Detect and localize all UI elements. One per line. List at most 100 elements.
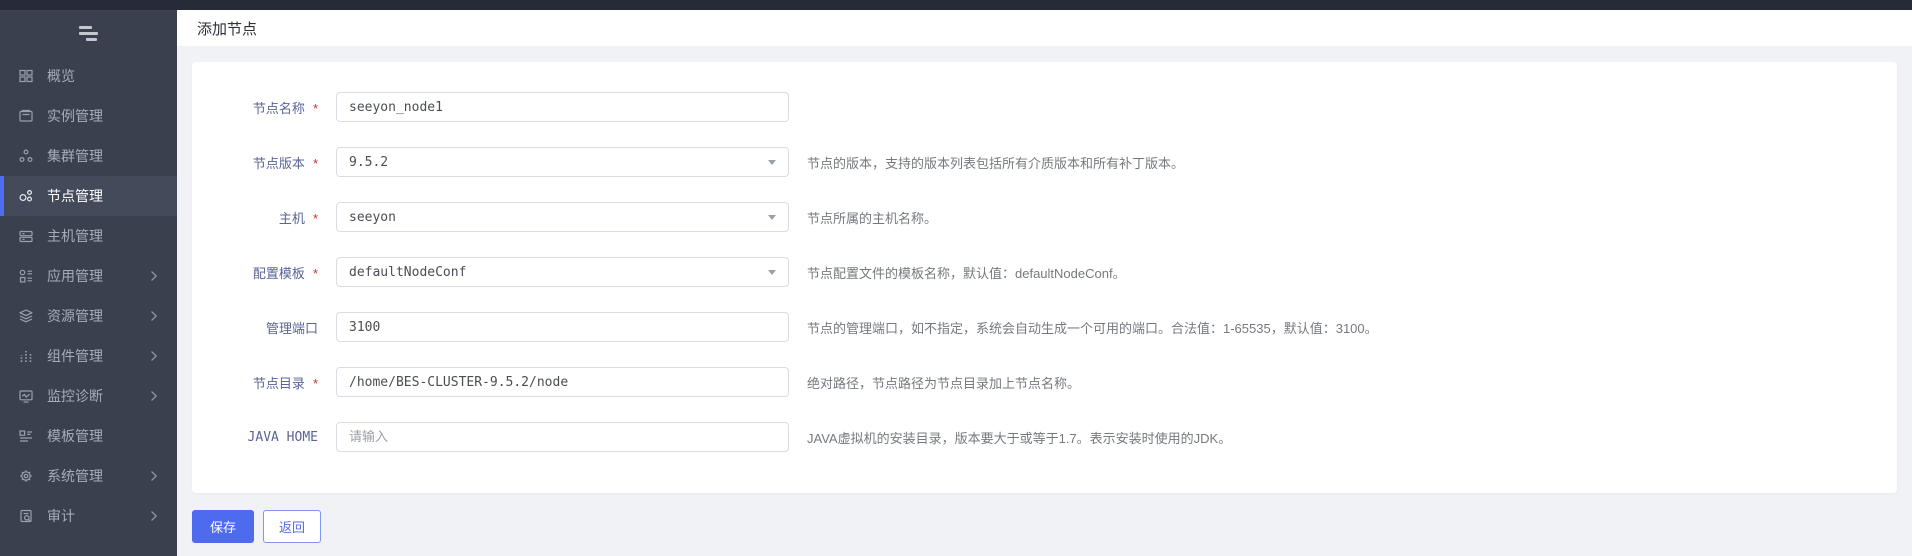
page-header: 添加节点 [177,10,1912,46]
field-control-node-dir [336,367,789,397]
sidebar-item-overview[interactable]: 概览 [0,56,177,96]
sidebar-item-label: 节点管理 [47,188,103,204]
form-row-node-version: 节点版本 * 9.5.2 节点的版本，支持的版本列表包括所有介质版本和所有补丁版本。 [192,147,1897,177]
component-icon [18,348,34,364]
sidebar-item-nodes[interactable]: 节点管理 [0,176,177,216]
hamburger-icon [86,37,97,41]
instance-icon [18,108,34,124]
field-label-config-template: 配置模板 * [192,263,318,282]
field-label-text: JAVA HOME [247,429,318,445]
required-asterisk: * [312,265,318,281]
sidebar-item-templates[interactable]: 模板管理 [0,416,177,456]
field-label-node-version: 节点版本 * [192,153,318,172]
select-value: 9.5.2 [349,154,389,170]
chevron-right-icon [150,510,158,522]
sidebar-item-label: 资源管理 [47,308,103,324]
sidebar-menu: 概览实例管理集群管理节点管理主机管理应用管理资源管理组件管理监控诊断模板管理系统… [0,56,177,536]
sidebar-item-clusters[interactable]: 集群管理 [0,136,177,176]
node-version-select[interactable]: 9.5.2 [336,147,789,177]
main-content: 节点名称 * 节点版本 * 9.5.2 节点的版本，支持的版本列表包括所有介质版本和所有补… [177,46,1912,556]
field-label-text: 节点名称 [252,100,305,116]
field-help-text: 节点配置文件的模板名称，默认值：defaultNodeConf。 [807,265,1126,281]
sidebar-item-hosts[interactable]: 主机管理 [0,216,177,256]
form-row-node-name: 节点名称 * [192,92,1897,122]
java-home-input[interactable] [336,422,789,452]
system-icon [18,468,34,484]
select-value: defaultNodeConf [349,264,467,280]
required-asterisk: * [312,100,318,116]
host-select[interactable]: seeyon [336,202,789,232]
field-control-java-home [336,422,789,452]
hamburger-icon [79,31,98,35]
audit-icon [18,508,34,524]
select-value: seeyon [349,209,396,225]
sidebar-item-label: 模板管理 [47,428,103,444]
field-help-text: 节点的版本，支持的版本列表包括所有介质版本和所有补丁版本。 [807,155,1185,171]
field-label-text: 配置模板 [252,265,305,281]
page-title: 添加节点 [197,20,258,38]
required-asterisk: * [312,155,318,171]
node-icon [18,188,34,204]
sidebar-item-components[interactable]: 组件管理 [0,336,177,376]
node-name-input[interactable] [336,92,789,122]
form-row-admin-port: 管理端口 节点的管理端口，如不指定，系统会自动生成一个可用的端口。合法值：1-65… [192,312,1897,342]
back-button[interactable]: 返回 [263,510,322,543]
chevron-right-icon [150,390,158,402]
field-label-host: 主机 * [192,208,318,227]
sidebar-item-system[interactable]: 系统管理 [0,456,177,496]
sidebar-item-label: 集群管理 [47,148,103,164]
monitor-icon [18,388,34,404]
sidebar: 概览实例管理集群管理节点管理主机管理应用管理资源管理组件管理监控诊断模板管理系统… [0,10,177,556]
overview-icon [18,68,34,84]
field-label-node-name: 节点名称 * [192,98,318,117]
save-button[interactable]: 保存 [192,510,255,543]
hamburger-icon [79,25,92,29]
chevron-right-icon [150,350,158,362]
form-row-java-home: JAVA HOME JAVA虚拟机的安装目录，版本要大于或等于1.7。表示安装时使… [192,422,1897,452]
sidebar-item-apps[interactable]: 应用管理 [0,256,177,296]
sidebar-item-audit[interactable]: 审计 [0,496,177,536]
node-dir-input[interactable] [336,367,789,397]
form-row-config-template: 配置模板 * defaultNodeConf 节点配置文件的模板名称，默认值：defa… [192,257,1897,287]
add-node-form: 节点名称 * 节点版本 * 9.5.2 节点的版本，支持的版本列表包括所有介质版本和所有补… [192,92,1897,452]
field-control-host: seeyon [336,202,789,232]
field-control-node-name [336,92,789,122]
sidebar-item-label: 应用管理 [47,268,103,284]
required-asterisk: * [312,210,318,226]
field-control-config-template: defaultNodeConf [336,257,789,287]
sidebar-item-label: 监控诊断 [47,388,103,404]
resource-icon [18,308,34,324]
field-control-admin-port [336,312,789,342]
sidebar-item-label: 组件管理 [47,348,103,364]
collapse-sidebar-button[interactable] [0,10,177,56]
field-control-node-version: 9.5.2 [336,147,789,177]
sidebar-item-label: 主机管理 [47,228,103,244]
form-card: 节点名称 * 节点版本 * 9.5.2 节点的版本，支持的版本列表包括所有介质版本和所有补… [192,62,1897,493]
form-row-host: 主机 * seeyon 节点所属的主机名称。 [192,202,1897,232]
app-icon [18,268,34,284]
dropdown-arrow-icon [768,215,776,220]
admin-port-input[interactable] [336,312,789,342]
host-icon [18,228,34,244]
dropdown-arrow-icon [768,270,776,275]
field-help-text: 绝对路径，节点路径为节点目录加上节点名称。 [807,375,1081,391]
config-template-select[interactable]: defaultNodeConf [336,257,789,287]
chevron-right-icon [150,270,158,282]
field-label-text: 主机 [278,210,305,226]
field-help-text: 节点所属的主机名称。 [807,210,938,226]
field-help-text: JAVA虚拟机的安装目录，版本要大于或等于1.7。表示安装时使用的JDK。 [807,430,1232,446]
sidebar-item-monitor[interactable]: 监控诊断 [0,376,177,416]
form-actions: 保存 返回 [192,510,322,543]
field-help-text: 节点的管理端口，如不指定，系统会自动生成一个可用的端口。合法值：1-65535，… [807,320,1378,336]
chevron-right-icon [150,470,158,482]
field-label-text: 管理端口 [265,320,318,336]
top-window-bar [0,0,1912,10]
sidebar-item-resources[interactable]: 资源管理 [0,296,177,336]
sidebar-item-instances[interactable]: 实例管理 [0,96,177,136]
field-label-text: 节点目录 [252,375,305,391]
sidebar-item-label: 概览 [47,68,75,84]
template-icon [18,428,34,444]
sidebar-item-label: 实例管理 [47,108,103,124]
field-label-admin-port: 管理端口 [192,318,318,337]
field-label-node-dir: 节点目录 * [192,373,318,392]
